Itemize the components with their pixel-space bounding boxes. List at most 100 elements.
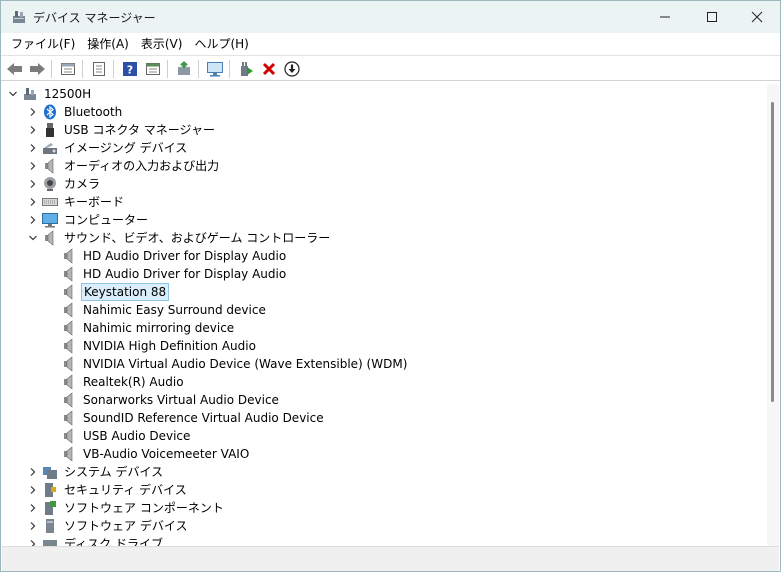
tree-category-usb-connector-manager[interactable]: USB コネクタ マネージャー [28,121,217,139]
tree-category-system-devices[interactable]: システム デバイス [28,463,165,481]
vertical-scrollbar[interactable] [767,84,779,546]
tree-category-label: Bluetooth [64,105,123,119]
chevron-right-icon[interactable] [28,211,38,229]
tree-category-audio-io[interactable]: オーディオの入力および出力 [28,157,221,175]
help-icon: ? [123,62,137,77]
disable-device-button[interactable] [282,59,302,79]
tree-category-keyboards[interactable]: キーボード [28,193,126,211]
tree-device-item[interactable]: Nahimic Easy Surround device [61,301,268,319]
tree-device-item[interactable]: USB Audio Device [61,427,192,445]
speaker-icon [42,230,58,246]
tree-root-node[interactable]: 12500H [8,85,93,103]
chevron-right-icon[interactable] [28,103,38,121]
tree-category-label: セキュリティ デバイス [64,483,187,497]
speaker-icon [61,356,77,372]
tree-category-imaging-devices[interactable]: イメージング デバイス [28,139,189,157]
chevron-right-icon[interactable] [28,139,38,157]
menu-action[interactable]: 操作(A) [81,34,135,54]
menu-help[interactable]: ヘルプ(H) [188,34,254,54]
tree-device-label: NVIDIA Virtual Audio Device (Wave Extens… [83,357,408,371]
speaker-icon [61,428,77,444]
tree-device-label: Nahimic mirroring device [83,321,235,335]
tree-device-label: VB-Audio Voicemeeter VAIO [83,447,250,461]
tree-device-item[interactable]: Nahimic mirroring device [61,319,236,337]
software-device-icon [42,518,58,534]
chevron-right-icon[interactable] [28,499,38,517]
disk-drive-icon [42,536,58,546]
bluetooth-icon [42,104,58,120]
tree-category-sound-video-game[interactable]: サウンド、ビデオ、およびゲーム コントローラー [28,229,332,247]
tree-device-item[interactable]: NVIDIA Virtual Audio Device (Wave Extens… [61,355,409,373]
tree-category-label: カメラ [64,177,101,191]
back-icon [7,63,22,75]
update-driver-button[interactable] [174,59,194,79]
usb-icon [42,122,58,138]
close-button[interactable] [734,1,780,33]
menu-file[interactable]: ファイル(F) [5,34,81,54]
tree-device-item[interactable]: HD Audio Driver for Display Audio [61,247,288,265]
view-button[interactable] [89,59,109,79]
chevron-right-icon[interactable] [28,481,38,499]
forward-icon [30,63,45,75]
tree-category-software-components[interactable]: ソフトウェア コンポーネント [28,499,226,517]
maximize-icon [707,12,717,22]
chevron-right-icon[interactable] [28,175,38,193]
tree-category-label: コンピューター [64,213,149,227]
tree-device-item[interactable]: Realtek(R) Audio [61,373,186,391]
window-title: デバイス マネージャー [33,11,156,25]
maximize-button[interactable] [689,1,735,33]
tree-category-label: システム デバイス [64,465,164,479]
menu-view[interactable]: 表示(V) [135,34,189,54]
chevron-right-icon[interactable] [28,193,38,211]
tree-category-software-devices[interactable]: ソフトウェア デバイス [28,517,189,535]
tree-device-item[interactable]: NVIDIA High Definition Audio [61,337,258,355]
tree-device-item[interactable]: VB-Audio Voicemeeter VAIO [61,445,251,463]
toolbar: ? [1,55,780,81]
tree-device-label: HD Audio Driver for Display Audio [83,267,287,281]
toolbar-separator [229,60,230,78]
minimize-button[interactable] [642,1,688,33]
title-bar[interactable]: デバイス マネージャー [1,1,780,33]
monitor-icon [42,212,58,228]
scrollbar-thumb[interactable] [771,102,774,402]
keyboard-icon [42,194,58,210]
tree-category-disk-drives[interactable]: ディスク ドライブ [28,535,165,546]
speaker-icon [42,158,58,174]
list-icon [146,63,160,75]
properties-button[interactable] [58,59,78,79]
chevron-right-icon[interactable] [28,157,38,175]
back-button[interactable] [5,59,25,79]
help-button[interactable]: ? [120,59,140,79]
chevron-right-icon[interactable] [28,517,38,535]
chevron-right-icon[interactable] [28,121,38,139]
chevron-right-icon[interactable] [28,463,38,481]
tree-category-security-devices[interactable]: セキュリティ デバイス [28,481,189,499]
tree-device-label: Sonarworks Virtual Audio Device [83,393,279,407]
list-button[interactable] [143,59,163,79]
svg-text:?: ? [127,64,133,77]
chevron-down-icon[interactable] [28,229,38,247]
status-bar [2,546,779,571]
tree-device-label: SoundID Reference Virtual Audio Device [83,411,324,425]
tree-device-item-selected[interactable]: Keystation 88 [61,283,170,301]
scan-hardware-button[interactable] [205,59,225,79]
device-tree[interactable]: 12500H Bluetooth USB コネクタ マネージャー イメージング … [2,84,767,546]
tree-device-item[interactable]: SoundID Reference Virtual Audio Device [61,409,326,427]
tree-category-computer[interactable]: コンピューター [28,211,150,229]
uninstall-device-button[interactable] [259,59,279,79]
tree-device-item[interactable]: HD Audio Driver for Display Audio [61,265,288,283]
speaker-icon [61,266,77,282]
enable-device-button[interactable] [236,59,256,79]
tree-category-bluetooth[interactable]: Bluetooth [28,103,124,121]
tree-device-item[interactable]: Sonarworks Virtual Audio Device [61,391,281,409]
tree-category-cameras[interactable]: カメラ [28,175,102,193]
tree-device-label: Nahimic Easy Surround device [83,303,266,317]
chevron-down-icon[interactable] [8,85,18,103]
speaker-icon [61,338,77,354]
tree-device-label: USB Audio Device [83,429,191,443]
computer-tower-icon [22,86,38,102]
chevron-right-icon[interactable] [28,535,38,546]
speaker-icon [61,320,77,336]
device-manager-window: デバイス マネージャー ファイル(F) 操作(A) 表示(V) ヘルプ(H) ?… [0,0,781,572]
forward-button[interactable] [27,59,47,79]
